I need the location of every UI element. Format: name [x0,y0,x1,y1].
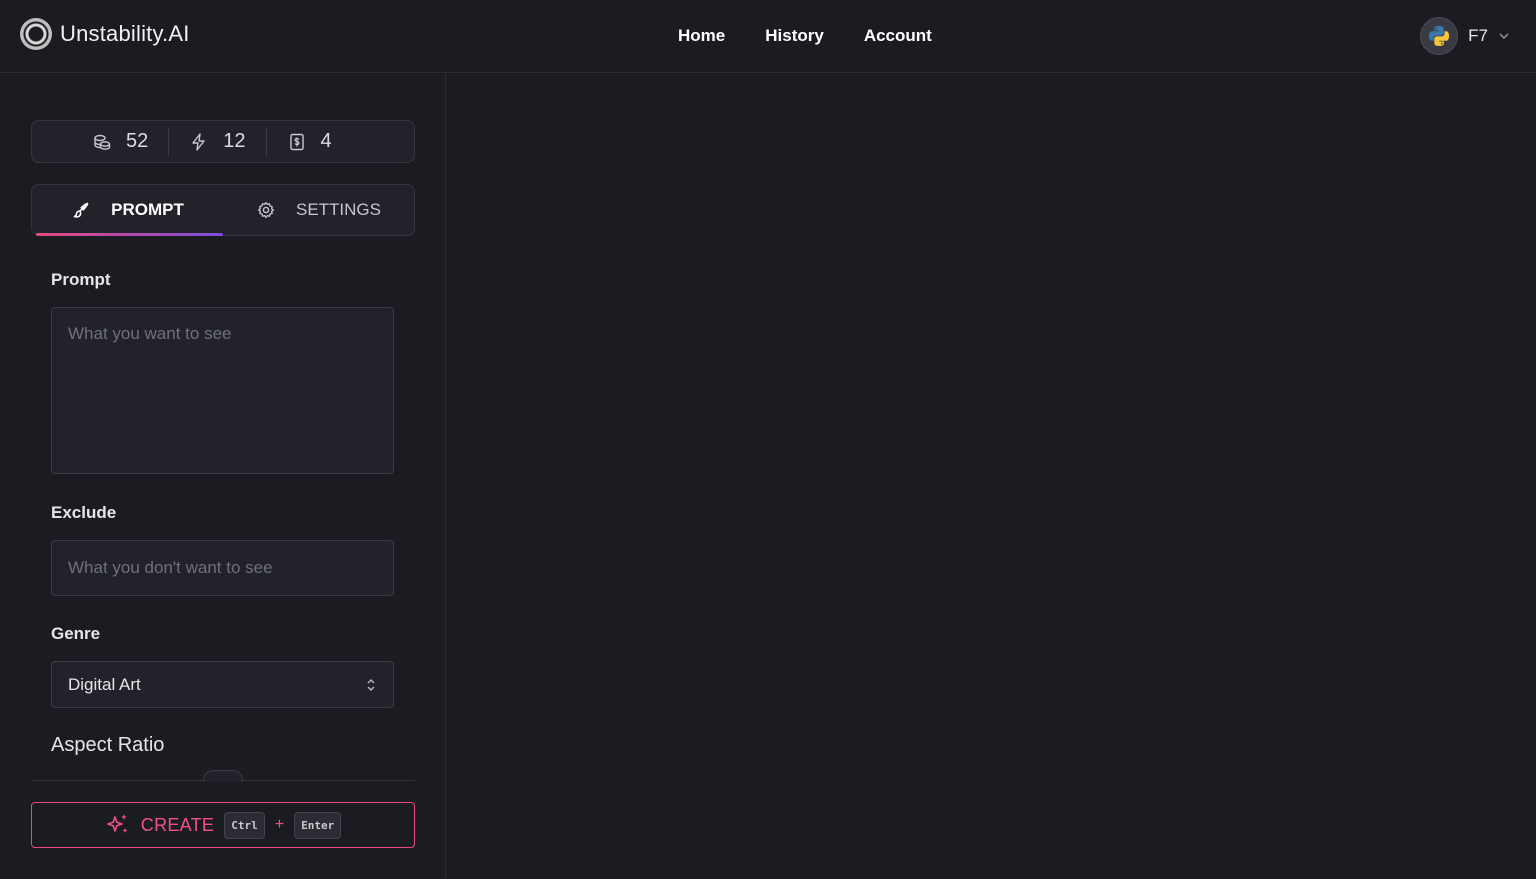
exclude-input[interactable] [51,540,394,596]
aspect-ratio-label: Aspect Ratio [51,734,165,756]
genre-value: Digital Art [68,674,141,694]
gear-icon [257,201,275,219]
tab-prompt-label: PROMPT [111,200,184,219]
create-button[interactable]: CREATE Ctrl + Enter [31,802,415,848]
sidebar: 52 12 4 PROMPT SETTINGS Prompt What you … [0,74,446,879]
logo[interactable]: Unstability.AI [20,18,190,50]
top-header: Unstability.AI Home History Account F7 [0,0,1536,73]
python-logo-icon [1429,26,1450,46]
tab-settings-label: SETTINGS [295,200,381,219]
nav-history[interactable]: History [765,26,824,46]
logo-icon [20,18,52,50]
genre-label: Genre [51,624,101,643]
prompt-input[interactable] [51,307,394,474]
tab-prompt[interactable]: PROMPT [32,185,223,236]
stat-fast: 12 [168,127,265,156]
stat-credits: 52 [72,128,168,156]
create-label: CREATE [140,814,215,835]
brand-name: Unstability.AI [60,21,190,46]
avatar [1420,17,1459,55]
brush-icon [73,202,89,218]
user-name: F7 [1468,26,1488,45]
image-output-area [447,74,1536,879]
credits-count: 52 [126,130,149,152]
plus-sign: + [274,816,285,833]
user-menu[interactable]: F7 [1420,17,1510,55]
stats-bar: 52 12 4 [31,120,415,163]
fast-count: 12 [223,130,246,152]
coins-icon [94,134,111,150]
main-nav: Home History Account [678,26,932,46]
tab-settings[interactable]: SETTINGS [223,185,414,235]
exclude-label: Exclude [51,503,117,522]
sparkles-icon [106,814,128,833]
chevron-down-icon [1499,33,1509,39]
enter-key: Enter [294,811,342,839]
limit-count: 4 [320,130,332,152]
nav-account[interactable]: Account [864,26,932,46]
ctrl-key: Ctrl [224,811,265,839]
tab-bar: PROMPT SETTINGS [31,184,415,236]
aspect-ratio-handle[interactable] [203,770,243,782]
prompt-label: Prompt [51,270,111,289]
updown-chevron-icon [367,678,375,691]
lightning-icon [192,132,205,151]
nav-home[interactable]: Home [678,26,725,46]
genre-select[interactable]: Digital Art [51,661,394,708]
stat-limit: 4 [265,127,352,156]
receipt-icon [289,133,304,150]
